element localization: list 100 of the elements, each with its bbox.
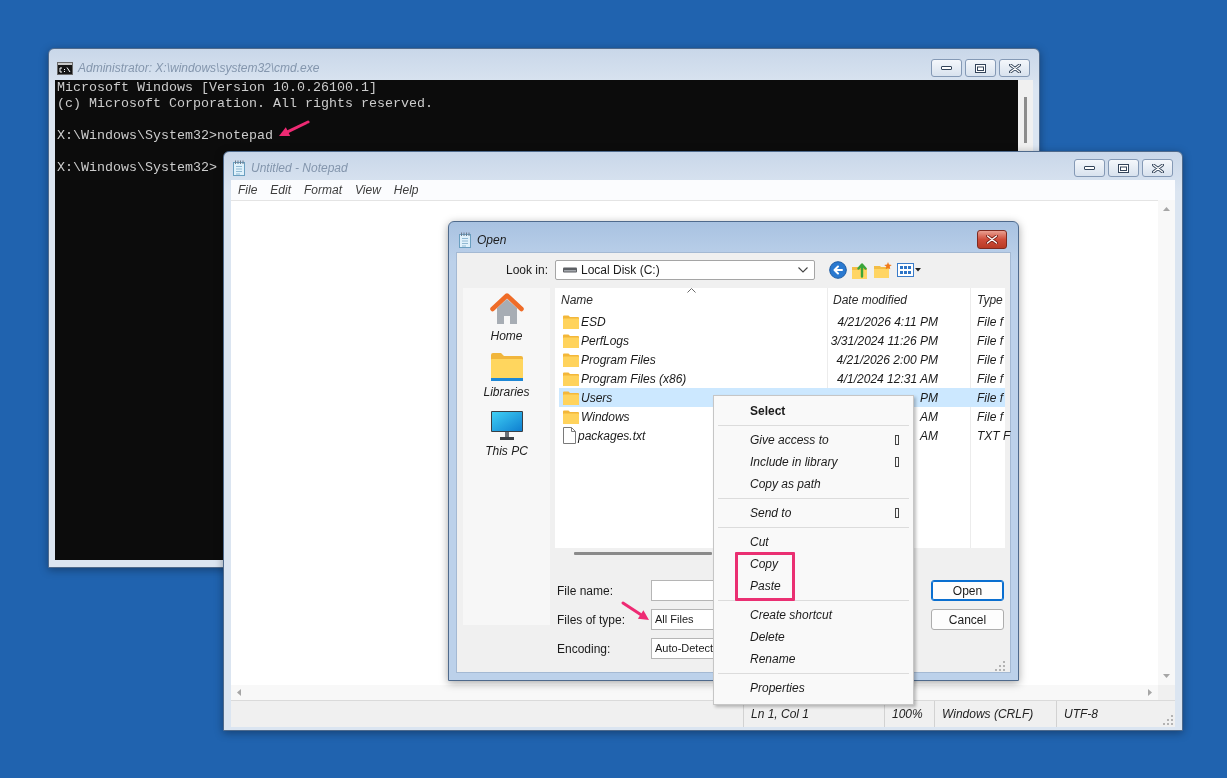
look-in-dropdown[interactable]: Local Disk (C:) (555, 260, 815, 280)
dialog-button[interactable]: Cancel (931, 609, 1004, 630)
file-name[interactable]: Program Files (x86) (581, 371, 687, 386)
close-icon (1151, 163, 1164, 173)
field-label: Encoding: (556, 640, 612, 658)
file-name[interactable]: packages.txt (578, 428, 646, 443)
input-field[interactable]: All Files (651, 609, 713, 630)
context-menu-item[interactable]: Copy as path (714, 473, 913, 495)
column-header[interactable]: Date modified (827, 288, 970, 312)
file-type: File f (977, 371, 1003, 386)
scroll-thumb[interactable] (1024, 97, 1027, 143)
close-button[interactable] (1142, 159, 1173, 177)
menu-item[interactable]: Help (393, 183, 419, 197)
context-menu-item[interactable]: Include in library (714, 451, 913, 473)
places-item[interactable]: This PC (463, 409, 550, 461)
file-type: File f (977, 352, 1003, 367)
console-line: X:\Windows\System32>notepad (57, 128, 273, 144)
context-menu-item[interactable]: Copy (714, 553, 913, 575)
file-date: PM (920, 390, 938, 405)
minimize-icon (1084, 166, 1095, 170)
scroll-down-icon[interactable] (1163, 674, 1170, 678)
folder-icon (563, 352, 579, 367)
minimize-icon (941, 66, 952, 70)
window-title: Untitled - Notepad (251, 161, 348, 175)
file-type: File f (977, 333, 1003, 348)
close-icon (1008, 63, 1021, 73)
file-date: 4/21/2026 2:00 PM (836, 352, 938, 367)
console-line: (c) Microsoft Corporation. All rights reserved. (57, 96, 433, 112)
file-name[interactable]: PerfLogs (581, 333, 630, 348)
file-name[interactable]: Users (581, 390, 613, 405)
field-label: Look in: (505, 263, 548, 277)
house-icon (489, 293, 524, 325)
resize-grip-icon (1163, 715, 1173, 725)
console-line: Microsoft Windows [Version 10.0.26100.1] (57, 80, 377, 96)
file-date: AM (920, 409, 938, 424)
file-date: 4/21/2026 4:11 PM (837, 314, 938, 329)
file-name[interactable]: ESD (581, 314, 606, 329)
minimize-button[interactable] (931, 59, 962, 77)
file-name[interactable]: Program Files (581, 352, 656, 367)
context-menu-item[interactable]: Give access to (714, 429, 913, 451)
folder-icon (563, 390, 579, 405)
context-menu-item[interactable]: Send to (714, 502, 913, 524)
grid-view-icon[interactable] (897, 262, 921, 278)
folder-icon (563, 314, 579, 329)
maximize-button[interactable] (965, 59, 996, 77)
places-item[interactable]: Home (463, 291, 550, 343)
input-field[interactable]: Auto-Detect (651, 638, 714, 659)
drive-icon (563, 267, 577, 273)
file-date: 4/1/2024 12:31 AM (837, 371, 938, 386)
chevron-down-icon (798, 267, 808, 273)
file-type: TXT F (977, 428, 1011, 443)
context-menu-item[interactable]: Create shortcut (714, 604, 913, 626)
console-icon (57, 61, 73, 75)
dialog-button[interactable]: Open (931, 580, 1004, 601)
folder-up-arrow-icon[interactable] (852, 261, 869, 279)
context-menu-item[interactable]: Rename (714, 648, 913, 670)
close-button[interactable] (999, 59, 1030, 77)
maximize-icon (1118, 163, 1129, 173)
file-type: File f (977, 314, 1003, 329)
console-line: X:\Windows\System32> (57, 160, 217, 176)
window-title: Administrator: X:\windows\system32\cmd.exe (78, 61, 320, 75)
minimize-button[interactable] (1074, 159, 1105, 177)
file-name[interactable]: Windows (581, 409, 630, 424)
notepad-icon (458, 231, 472, 248)
status-text: Windows (CRLF) (934, 701, 1056, 727)
menu-item[interactable]: Edit (270, 183, 292, 197)
resize-grip-icon (995, 661, 1005, 671)
folder-star-icon[interactable] (874, 262, 892, 278)
menu-item[interactable]: Format (304, 183, 343, 197)
close-button[interactable] (977, 230, 1007, 249)
column-header[interactable]: Type (970, 288, 1005, 312)
horizontal-scrollbar[interactable] (574, 552, 712, 555)
file-date: 3/31/2024 11:26 PM (830, 333, 938, 348)
submenu-icon (895, 457, 899, 467)
folder-icon (563, 371, 579, 386)
column-header[interactable]: Name (555, 288, 827, 312)
scroll-left-icon[interactable] (237, 689, 241, 696)
places-item[interactable]: Libraries (463, 350, 550, 402)
submenu-icon (895, 508, 899, 518)
scroll-up-icon[interactable] (1163, 207, 1170, 211)
context-menu-item[interactable]: Delete (714, 626, 913, 648)
context-menu-item[interactable]: Paste (714, 575, 913, 597)
context-menu-item[interactable]: Select (714, 400, 913, 422)
context-menu-item[interactable]: Properties (714, 677, 913, 699)
window-title: Open (477, 232, 507, 247)
menu-item[interactable]: View (355, 183, 381, 197)
scroll-right-icon[interactable] (1148, 689, 1152, 696)
monitor-icon (490, 411, 523, 440)
maximize-button[interactable] (1108, 159, 1139, 177)
submenu-icon (895, 435, 899, 445)
field-label: File name: (556, 582, 615, 600)
status-text: UTF-8 (1056, 701, 1158, 727)
folder-icon (563, 409, 579, 424)
input-field[interactable] (651, 580, 713, 601)
folder-icon (490, 352, 523, 381)
file-type: File f (977, 409, 1003, 424)
menu-item[interactable]: File (238, 183, 258, 197)
notepad-icon (232, 160, 246, 176)
vertical-scrollbar[interactable] (1158, 200, 1175, 685)
context-menu-item[interactable]: Cut (714, 531, 913, 553)
